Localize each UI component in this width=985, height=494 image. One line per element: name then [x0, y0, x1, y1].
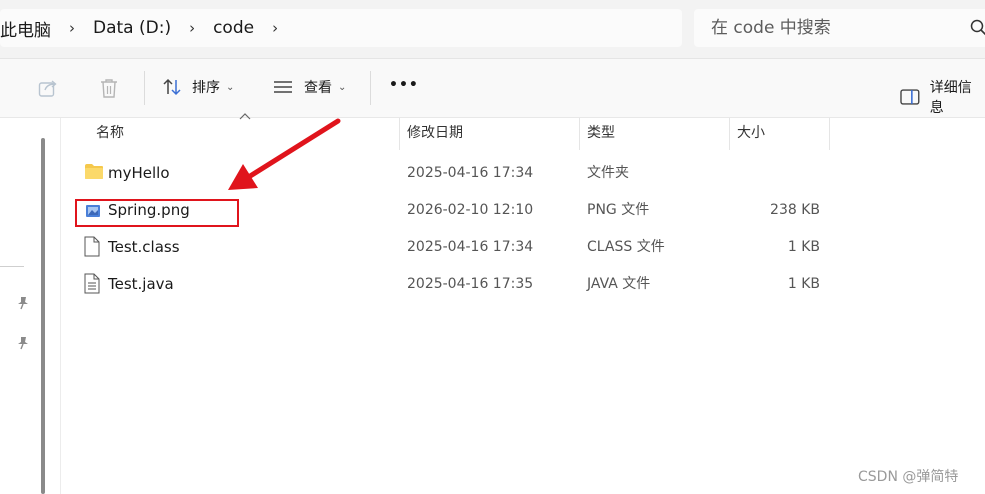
address-bar: 此电脑 › Data (D:) › code ›	[0, 0, 985, 59]
file-date: 2025-04-16 17:34	[407, 165, 534, 181]
file-date: 2025-04-16 17:35	[407, 276, 534, 292]
file-icon	[84, 236, 100, 257]
column-header-name[interactable]: 名称	[96, 118, 124, 150]
pin-icon[interactable]	[16, 296, 30, 310]
chevron-down-icon: ⌄	[338, 81, 347, 93]
column-header-size[interactable]: 大小	[737, 118, 765, 150]
chevron-down-icon: ⌄	[226, 81, 235, 93]
pin-icon[interactable]	[16, 336, 30, 350]
delete-icon[interactable]	[99, 78, 119, 99]
toolbar-divider	[370, 71, 371, 105]
column-header-date[interactable]: 修改日期	[407, 118, 463, 150]
file-date: 2026-02-10 12:10	[407, 202, 534, 218]
column-divider[interactable]	[399, 118, 400, 150]
sort-icon	[163, 78, 181, 96]
sort-button[interactable]: 排序 ⌄	[162, 77, 234, 97]
sort-label: 排序	[192, 80, 220, 96]
details-pane-icon	[900, 89, 920, 105]
column-header-type[interactable]: 类型	[587, 118, 615, 150]
breadcrumb-separator-icon[interactable]: ›	[69, 19, 75, 37]
file-type: 文件夹	[587, 165, 629, 181]
file-row-test-java[interactable]: Test.java 2025-04-16 17:35 JAVA 文件 1 KB	[60, 266, 985, 303]
column-divider[interactable]	[729, 118, 730, 150]
view-label: 查看	[304, 80, 332, 96]
details-pane-label: 详细信息	[929, 80, 972, 116]
navigation-scrollbar[interactable]	[41, 138, 45, 494]
file-type: JAVA 文件	[587, 276, 651, 292]
search-icon[interactable]	[970, 19, 985, 37]
breadcrumb-this-pc[interactable]: 此电脑	[0, 16, 51, 41]
share-icon[interactable]	[38, 78, 60, 98]
view-list-icon	[274, 81, 292, 93]
file-date: 2025-04-16 17:34	[407, 239, 534, 255]
breadcrumb-data-drive[interactable]: Data (D:)	[93, 18, 171, 38]
command-bar: 排序 ⌄ 查看 ⌄ ••• 详细信息	[0, 59, 985, 118]
folder-icon	[85, 164, 103, 179]
more-options-button[interactable]: •••	[389, 77, 419, 93]
file-size: 238 KB	[770, 202, 820, 218]
file-size: 1 KB	[787, 276, 820, 292]
column-divider[interactable]	[579, 118, 580, 150]
file-size: 1 KB	[787, 239, 820, 255]
file-row-test-class[interactable]: Test.class 2025-04-16 17:34 CLASS 文件 1 K…	[60, 229, 985, 266]
breadcrumb-separator-icon[interactable]: ›	[189, 19, 195, 37]
search-input[interactable]	[711, 18, 961, 38]
watermark: CSDN @弹简特	[858, 469, 959, 485]
sort-ascending-icon	[239, 113, 251, 120]
view-button[interactable]: 查看 ⌄	[273, 77, 346, 97]
file-name: Test.java	[108, 275, 174, 293]
file-size	[730, 155, 820, 192]
file-type: CLASS 文件	[587, 239, 665, 255]
toolbar-divider	[144, 71, 145, 105]
file-name: Test.class	[108, 238, 180, 256]
breadcrumb-separator-icon[interactable]: ›	[272, 19, 278, 37]
file-icon	[84, 273, 100, 294]
file-row-myhello[interactable]: myHello 2025-04-16 17:34 文件夹	[60, 155, 985, 192]
details-pane-button[interactable]: 详细信息	[900, 77, 985, 117]
column-divider[interactable]	[829, 118, 830, 150]
search-box	[694, 9, 985, 47]
navigation-divider	[0, 266, 24, 267]
file-name: myHello	[108, 164, 170, 182]
file-type: PNG 文件	[587, 202, 650, 218]
annotation-highlight-box	[75, 199, 239, 227]
breadcrumb-code[interactable]: code	[213, 18, 254, 38]
breadcrumb: 此电脑 › Data (D:) › code ›	[0, 9, 682, 47]
navigation-pane	[0, 118, 61, 494]
